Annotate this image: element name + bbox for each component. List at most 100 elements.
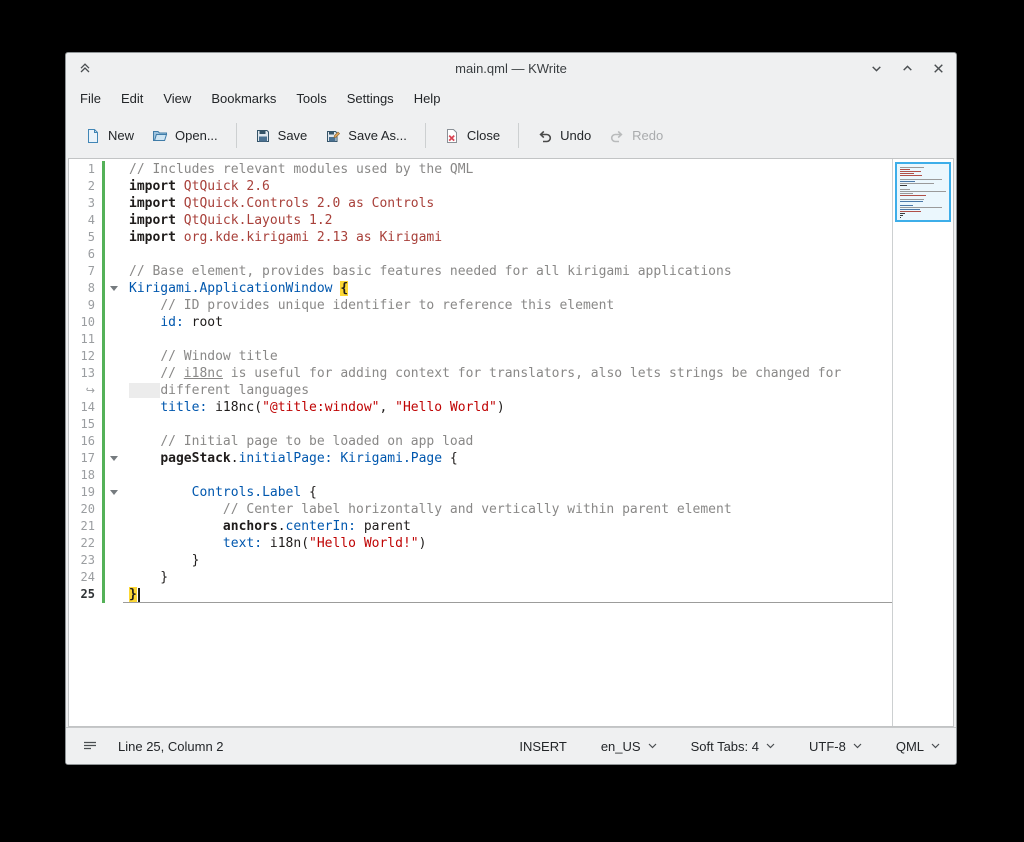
code-line[interactable]: 22 text: i18n("Hello World!") bbox=[69, 535, 892, 552]
window-title: main.qml — KWrite bbox=[455, 61, 567, 76]
undo-button-label: Undo bbox=[560, 128, 591, 143]
line-number: 18 bbox=[69, 467, 100, 484]
chevron-down-icon bbox=[648, 743, 657, 749]
menu-tools[interactable]: Tools bbox=[286, 86, 336, 111]
open-button[interactable]: Open... bbox=[143, 122, 227, 150]
menu-help[interactable]: Help bbox=[404, 86, 451, 111]
code-line[interactable]: 10 id: root bbox=[69, 314, 892, 331]
close-document-button[interactable]: Close bbox=[435, 122, 509, 150]
code-line[interactable]: 9 // ID provides unique identifier to re… bbox=[69, 297, 892, 314]
document-new-icon bbox=[85, 128, 101, 144]
fold-gutter bbox=[107, 178, 123, 195]
menu-view[interactable]: View bbox=[153, 86, 201, 111]
undo-icon bbox=[537, 128, 553, 144]
code-line[interactable]: 18 bbox=[69, 467, 892, 484]
code-line[interactable]: 11 bbox=[69, 331, 892, 348]
code-line[interactable]: 5import org.kde.kirigami 2.13 as Kirigam… bbox=[69, 229, 892, 246]
keep-above-icon[interactable] bbox=[77, 60, 93, 76]
toolbar-separator bbox=[518, 123, 519, 148]
code-line[interactable]: 14 title: i18nc("@title:window", "Hello … bbox=[69, 399, 892, 416]
redo-button-label: Redo bbox=[632, 128, 663, 143]
redo-button: Redo bbox=[600, 122, 672, 150]
code-line[interactable]: 6 bbox=[69, 246, 892, 263]
code-line[interactable]: 12 // Window title bbox=[69, 348, 892, 365]
code-line[interactable]: 16 // Initial page to be loaded on app l… bbox=[69, 433, 892, 450]
fold-gutter bbox=[107, 365, 123, 382]
code-line[interactable]: 19 Controls.Label { bbox=[69, 484, 892, 501]
minimap-line bbox=[900, 209, 920, 210]
code-text: anchors.centerIn: parent bbox=[123, 518, 892, 535]
chevron-down-icon bbox=[853, 743, 862, 749]
code-line[interactable]: 7// Base element, provides basic feature… bbox=[69, 263, 892, 280]
code-text: // Window title bbox=[123, 348, 892, 365]
code-text bbox=[123, 467, 892, 484]
modified-line-marker bbox=[100, 501, 107, 518]
text-area[interactable]: 1// Includes relevant modules used by th… bbox=[69, 159, 892, 726]
modified-line-marker bbox=[100, 314, 107, 331]
folder-open-icon bbox=[152, 128, 168, 144]
fold-gutter bbox=[107, 586, 123, 603]
code-line[interactable]: 3import QtQuick.Controls 2.0 as Controls bbox=[69, 195, 892, 212]
code-lines: 1// Includes relevant modules used by th… bbox=[69, 161, 892, 603]
titlebar[interactable]: main.qml — KWrite bbox=[66, 53, 956, 83]
menu-file[interactable]: File bbox=[70, 86, 111, 111]
save-button[interactable]: Save bbox=[246, 122, 317, 150]
new-button[interactable]: New bbox=[76, 122, 143, 150]
minimap-line bbox=[900, 193, 913, 194]
code-line[interactable]: 25} bbox=[69, 586, 892, 603]
desktop-background: { "colors": { "chrome_bg": "#eff0f1", "e… bbox=[0, 0, 1024, 842]
fold-gutter bbox=[107, 348, 123, 365]
code-line[interactable]: 20 // Center label horizontally and vert… bbox=[69, 501, 892, 518]
minimap-viewport[interactable] bbox=[895, 162, 951, 222]
input-mode-status[interactable]: INSERT bbox=[517, 735, 568, 758]
code-line[interactable]: 15 bbox=[69, 416, 892, 433]
menu-settings[interactable]: Settings bbox=[337, 86, 404, 111]
encoding-selector[interactable]: UTF-8 bbox=[807, 735, 864, 758]
modified-line-marker bbox=[100, 212, 107, 229]
fold-gutter bbox=[107, 229, 123, 246]
save-as-button[interactable]: Save As... bbox=[316, 122, 416, 150]
fold-arrow-icon[interactable] bbox=[107, 484, 123, 501]
line-number: 1 bbox=[69, 161, 100, 178]
code-text: text: i18n("Hello World!") bbox=[123, 535, 892, 552]
code-line[interactable]: 23 } bbox=[69, 552, 892, 569]
kwrite-window: main.qml — KWrite File Edit View Bookmar… bbox=[65, 52, 957, 765]
code-line[interactable]: 24 } bbox=[69, 569, 892, 586]
maximize-button[interactable] bbox=[899, 60, 915, 76]
minimap-line bbox=[900, 215, 903, 216]
line-number: 2 bbox=[69, 178, 100, 195]
tab-mode-label: Soft Tabs: 4 bbox=[691, 739, 759, 754]
minimap-scrollbar[interactable] bbox=[892, 159, 953, 726]
code-line[interactable]: 4import QtQuick.Layouts 1.2 bbox=[69, 212, 892, 229]
minimize-button[interactable] bbox=[868, 60, 884, 76]
tab-mode-selector[interactable]: Soft Tabs: 4 bbox=[689, 735, 777, 758]
code-text: // Base element, provides basic features… bbox=[123, 263, 892, 280]
code-line[interactable]: 21 anchors.centerIn: parent bbox=[69, 518, 892, 535]
menu-bookmarks[interactable]: Bookmarks bbox=[201, 86, 286, 111]
modified-line-marker bbox=[100, 467, 107, 484]
word-count-icon[interactable] bbox=[80, 734, 100, 758]
menu-edit[interactable]: Edit bbox=[111, 86, 153, 111]
fold-gutter bbox=[107, 399, 123, 416]
fold-gutter bbox=[107, 535, 123, 552]
line-number: 24 bbox=[69, 569, 100, 586]
close-button[interactable] bbox=[930, 60, 946, 76]
code-line[interactable]: 1// Includes relevant modules used by th… bbox=[69, 161, 892, 178]
code-line[interactable]: 13 // i18nc is useful for adding context… bbox=[69, 365, 892, 382]
minimap-line bbox=[900, 195, 926, 196]
fold-gutter bbox=[107, 382, 123, 399]
cursor-position-status[interactable]: Line 25, Column 2 bbox=[116, 735, 226, 758]
code-line[interactable]: 8Kirigami.ApplicationWindow { bbox=[69, 280, 892, 297]
dictionary-selector[interactable]: en_US bbox=[599, 735, 659, 758]
code-text: import QtQuick.Layouts 1.2 bbox=[123, 212, 892, 229]
modified-line-marker bbox=[100, 280, 107, 297]
code-line[interactable]: 17 pageStack.initialPage: Kirigami.Page … bbox=[69, 450, 892, 467]
code-line[interactable]: 2import QtQuick 2.6 bbox=[69, 178, 892, 195]
syntax-mode-selector[interactable]: QML bbox=[894, 735, 942, 758]
fold-arrow-icon[interactable] bbox=[107, 280, 123, 297]
minimap-line bbox=[900, 217, 901, 218]
fold-gutter bbox=[107, 297, 123, 314]
code-line[interactable]: ↪ different languages bbox=[69, 382, 892, 399]
undo-button[interactable]: Undo bbox=[528, 122, 600, 150]
fold-arrow-icon[interactable] bbox=[107, 450, 123, 467]
